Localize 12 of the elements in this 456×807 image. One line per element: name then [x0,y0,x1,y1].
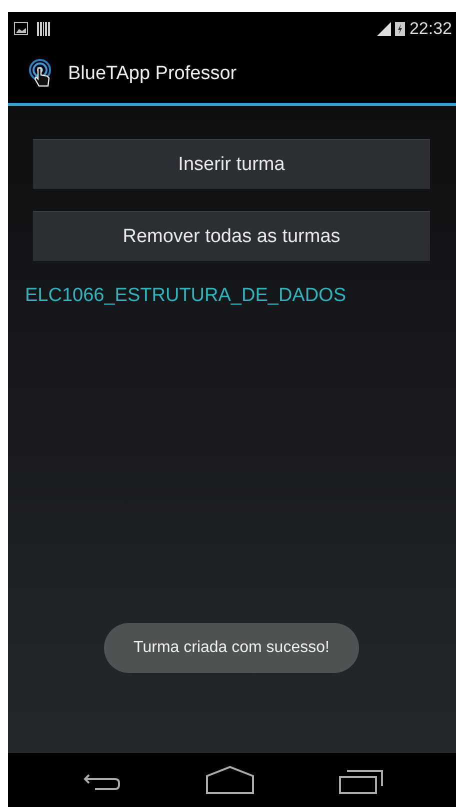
touch-hand-icon [28,59,54,89]
toast-message: Turma criada com sucesso! [104,623,360,673]
clock-time: 22:32 [409,18,452,38]
class-list-item[interactable]: ELC1066_ESTRUTURA_DE_DADOS [25,285,430,307]
app-title: BlueTApp Professor [68,63,237,85]
battery-icon [395,21,406,36]
action-button[interactable]: Remover todas as turmas [33,211,430,261]
image-icon [14,22,28,35]
barcode-icon [37,22,50,36]
home-icon[interactable] [206,766,254,794]
action-button[interactable]: Inserir turma [33,139,430,189]
signal-icon [377,22,392,36]
